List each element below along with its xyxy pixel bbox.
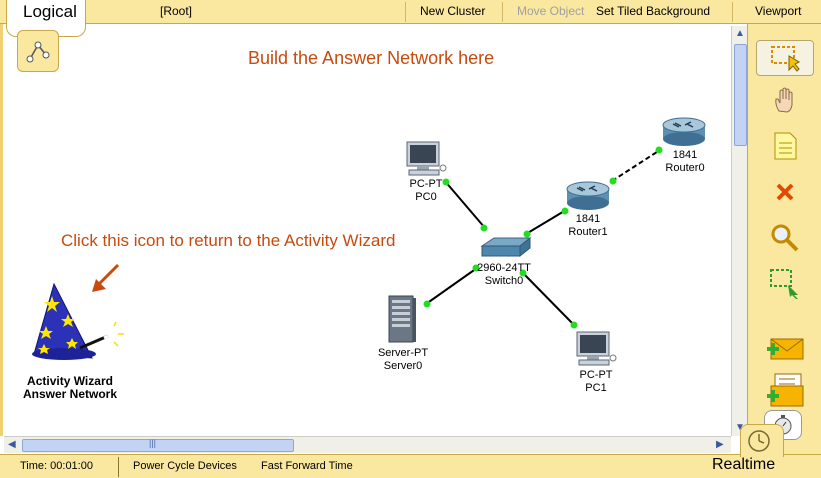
switch0-switch-icon[interactable] <box>476 236 532 262</box>
clock-icon <box>748 430 770 452</box>
router1-name: Router1 <box>568 226 608 238</box>
power-cycle-devices-button[interactable]: Power Cycle Devices <box>133 460 237 472</box>
realtime-tab[interactable] <box>740 424 784 457</box>
scroll-grip: ||| <box>149 438 157 448</box>
router0-router-icon[interactable] <box>660 116 708 148</box>
horizontal-scroll-thumb[interactable]: ||| <box>22 438 294 452</box>
delete-icon <box>776 183 794 201</box>
pc0-label: PC-PT PC0 <box>405 178 447 204</box>
switch0-label: 2960-24TT Switch0 <box>474 262 534 288</box>
resize-icon <box>770 269 798 299</box>
inspect-icon <box>771 224 799 252</box>
logical-view-icon[interactable] <box>17 30 59 72</box>
link-router1-router0 <box>611 149 661 182</box>
simple-pdu-tool[interactable] <box>756 330 814 366</box>
complex-pdu-tool[interactable] <box>756 372 814 408</box>
inspect-tool[interactable] <box>756 220 814 256</box>
link-switch0-router1 <box>525 209 567 235</box>
resize-tool[interactable] <box>756 266 814 302</box>
server0-type: Server-PT <box>377 347 429 359</box>
pc1-type: PC-PT <box>579 369 613 381</box>
scroll-left-icon[interactable]: ◀ <box>8 439 16 450</box>
pc1-label: PC-PT PC1 <box>575 369 617 395</box>
time-display: Time: 00:01:00 <box>20 460 93 472</box>
network-links <box>423 146 663 329</box>
pc1-computer-icon[interactable] <box>575 330 617 368</box>
horizontal-scrollbar[interactable]: ◀ ||| ▶ <box>4 436 731 453</box>
switch0-name: Switch0 <box>484 275 524 287</box>
simple-pdu-icon <box>767 338 804 360</box>
pc1-name: PC1 <box>585 382 607 394</box>
note-tool[interactable] <box>756 128 814 164</box>
router1-label: 1841 Router1 <box>565 213 611 239</box>
pc0-computer-icon[interactable] <box>405 140 447 178</box>
pc0-name: PC0 <box>415 191 437 203</box>
pc0-type: PC-PT <box>409 178 443 190</box>
router0-label: 1841 Router0 <box>660 149 710 175</box>
router1-router-icon[interactable] <box>565 180 611 212</box>
link-light <box>423 300 431 308</box>
right-toolbar <box>747 24 821 454</box>
note-icon <box>774 132 797 160</box>
link-pc0-switch0 <box>443 179 486 229</box>
router0-name: Router0 <box>665 162 705 174</box>
divider <box>118 457 119 477</box>
fast-forward-time-button[interactable]: Fast Forward Time <box>261 460 353 472</box>
router0-type: 1841 <box>672 149 698 161</box>
vertical-scrollbar[interactable]: ▲ ▼ <box>731 26 748 436</box>
server0-server-icon[interactable] <box>386 294 418 346</box>
complex-pdu-icon <box>767 373 804 407</box>
router1-type: 1841 <box>575 213 601 225</box>
server0-label: Server-PT Server0 <box>372 347 434 373</box>
select-icon <box>771 46 801 72</box>
hand-tool[interactable] <box>756 82 814 118</box>
realtime-mode-label[interactable]: Realtime <box>712 456 775 474</box>
link-server0-switch0 <box>425 267 478 305</box>
delete-tool[interactable] <box>756 174 814 210</box>
scroll-right-icon[interactable]: ▶ <box>716 439 724 450</box>
server0-name: Server0 <box>383 360 423 372</box>
vertical-scroll-thumb[interactable] <box>734 44 747 146</box>
switch0-type: 2960-24TT <box>477 262 531 274</box>
link-light <box>570 321 578 329</box>
scroll-up-icon[interactable]: ▲ <box>735 28 745 39</box>
logical-tab-label: Logical <box>23 2 77 21</box>
hand-icon <box>775 87 793 113</box>
select-tool[interactable] <box>756 40 814 76</box>
link-light <box>480 224 488 232</box>
status-bar: Time: 00:01:00 Power Cycle Devices Fast … <box>0 454 821 478</box>
